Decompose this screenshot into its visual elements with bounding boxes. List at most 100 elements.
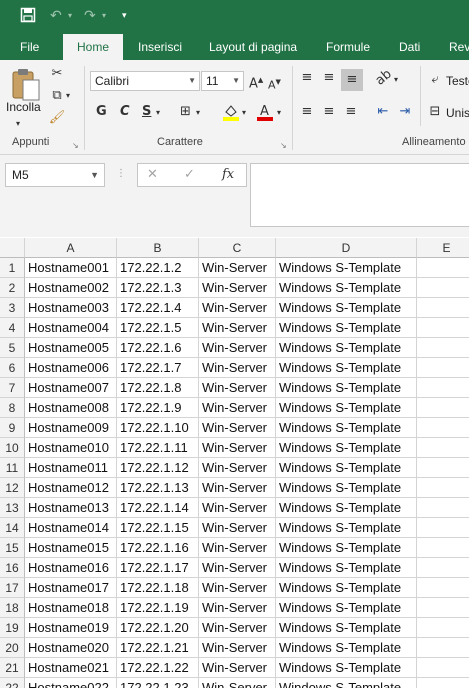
row-header[interactable]: 5 <box>0 338 25 358</box>
undo-dropdown-icon[interactable]: ▾ <box>68 7 72 25</box>
row-header[interactable]: 21 <box>0 658 25 678</box>
grid-cell[interactable]: Windows S-Template <box>276 438 417 458</box>
grid-cell[interactable]: Windows S-Template <box>276 278 417 298</box>
wrap-text-icon[interactable]: ⤶ <box>427 72 443 88</box>
grid-cell[interactable] <box>417 538 469 558</box>
grid-cell[interactable]: Win-Server <box>199 678 276 688</box>
font-color-dropdown-icon[interactable]: ▾ <box>277 105 281 121</box>
grid-cell[interactable] <box>417 258 469 278</box>
grid-cell[interactable]: Windows S-Template <box>276 298 417 318</box>
paste-button-label[interactable]: Incolla <box>6 100 41 114</box>
grid-cell[interactable]: 172.22.1.3 <box>117 278 199 298</box>
grid-cell[interactable]: Hostname002 <box>25 278 117 298</box>
insert-function-icon[interactable]: fx <box>222 167 234 183</box>
grid-cell[interactable]: 172.22.1.22 <box>117 658 199 678</box>
grid-cell[interactable]: Win-Server <box>199 358 276 378</box>
grid-cell[interactable]: 172.22.1.13 <box>117 478 199 498</box>
row-header[interactable]: 14 <box>0 518 25 538</box>
formula-bar-grip-icon[interactable]: ⋮ <box>116 166 126 182</box>
grid-cell[interactable]: Win-Server <box>199 658 276 678</box>
grid-cell[interactable] <box>417 318 469 338</box>
row-header[interactable]: 3 <box>0 298 25 318</box>
grid-cell[interactable]: Windows S-Template <box>276 638 417 658</box>
grid-cell[interactable]: Win-Server <box>199 618 276 638</box>
redo-dropdown-icon[interactable]: ▾ <box>102 7 106 25</box>
orientation-icon[interactable]: ab <box>371 65 397 90</box>
customize-qat-icon[interactable]: ▾ <box>122 7 127 25</box>
align-top-icon[interactable]: ≡ <box>298 70 316 86</box>
grid-cell[interactable]: 172.22.1.21 <box>117 638 199 658</box>
grid-cell[interactable] <box>417 398 469 418</box>
grid-cell[interactable]: 172.22.1.4 <box>117 298 199 318</box>
grid-cell[interactable]: Windows S-Template <box>276 318 417 338</box>
grid-cell[interactable]: Win-Server <box>199 258 276 278</box>
borders-icon[interactable]: ⊞ <box>180 104 191 120</box>
grid-cell[interactable]: Hostname008 <box>25 398 117 418</box>
grid-cell[interactable]: 172.22.1.11 <box>117 438 199 458</box>
tab-insert[interactable]: Inserisci <box>138 34 182 60</box>
grid-cell[interactable]: Hostname014 <box>25 518 117 538</box>
grid-cell[interactable] <box>417 458 469 478</box>
row-header[interactable]: 10 <box>0 438 25 458</box>
grid-cell[interactable]: Hostname010 <box>25 438 117 458</box>
tab-review[interactable]: Rev <box>449 34 469 60</box>
grid-cell[interactable]: Win-Server <box>199 558 276 578</box>
copy-icon[interactable]: ⧉ <box>48 88 66 104</box>
grid-cell[interactable]: Win-Server <box>199 418 276 438</box>
font-launcher-icon[interactable]: ↘ <box>280 138 287 154</box>
grid-cell[interactable]: Windows S-Template <box>276 558 417 578</box>
grid-cell[interactable]: Windows S-Template <box>276 598 417 618</box>
grid-cell[interactable]: 172.22.1.18 <box>117 578 199 598</box>
grid-cell[interactable]: 172.22.1.10 <box>117 418 199 438</box>
grid-cell[interactable]: Hostname012 <box>25 478 117 498</box>
borders-dropdown-icon[interactable]: ▾ <box>196 105 200 121</box>
grid-cell[interactable] <box>417 578 469 598</box>
column-header-a[interactable]: A <box>25 238 117 258</box>
row-header[interactable]: 12 <box>0 478 25 498</box>
underline-dropdown-icon[interactable]: ▾ <box>156 105 160 121</box>
grid-cell[interactable]: Windows S-Template <box>276 678 417 688</box>
column-header-d[interactable]: D <box>276 238 417 258</box>
grid-cell[interactable]: Hostname003 <box>25 298 117 318</box>
save-icon[interactable] <box>20 7 36 28</box>
grid-cell[interactable]: Windows S-Template <box>276 458 417 478</box>
grid-cell[interactable]: Win-Server <box>199 638 276 658</box>
grid-cell[interactable]: Hostname001 <box>25 258 117 278</box>
grid-cell[interactable]: Hostname004 <box>25 318 117 338</box>
italic-button[interactable]: C <box>120 104 130 120</box>
row-header[interactable]: 2 <box>0 278 25 298</box>
grid-cell[interactable] <box>417 518 469 538</box>
align-middle-icon[interactable]: ≡ <box>320 70 338 86</box>
paste-dropdown-icon[interactable]: ▾ <box>16 116 20 132</box>
grid-cell[interactable] <box>417 438 469 458</box>
merge-cells-label[interactable]: Unisc <box>446 106 469 120</box>
bold-button[interactable]: G <box>96 104 107 120</box>
row-header[interactable]: 13 <box>0 498 25 518</box>
paste-icon[interactable] <box>10 68 42 104</box>
grid-cell[interactable]: Windows S-Template <box>276 398 417 418</box>
format-painter-icon[interactable]: 🖌 <box>48 110 66 126</box>
row-header[interactable]: 9 <box>0 418 25 438</box>
grid-cell[interactable]: 172.22.1.17 <box>117 558 199 578</box>
grid-cell[interactable]: 172.22.1.15 <box>117 518 199 538</box>
grid-cell[interactable]: Win-Server <box>199 378 276 398</box>
grid-cell[interactable]: 172.22.1.12 <box>117 458 199 478</box>
align-right-icon[interactable]: ≡ <box>342 104 360 120</box>
grid-cell[interactable]: Windows S-Template <box>276 618 417 638</box>
row-header[interactable]: 17 <box>0 578 25 598</box>
formula-input[interactable] <box>250 163 469 227</box>
grid-cell[interactable]: 172.22.1.9 <box>117 398 199 418</box>
name-box[interactable]: M5 ▼ <box>5 163 105 187</box>
grid-cell[interactable]: Windows S-Template <box>276 498 417 518</box>
row-header[interactable]: 11 <box>0 458 25 478</box>
row-header[interactable]: 1 <box>0 258 25 278</box>
decrease-indent-icon[interactable]: ⇤ <box>373 104 393 120</box>
grid-cell[interactable]: Win-Server <box>199 438 276 458</box>
clipboard-launcher-icon[interactable]: ↘ <box>72 138 79 154</box>
grid-cell[interactable]: Windows S-Template <box>276 658 417 678</box>
grid-cell[interactable]: Windows S-Template <box>276 578 417 598</box>
align-bottom-icon[interactable]: ≡ <box>341 69 363 91</box>
grid-cell[interactable]: Win-Server <box>199 578 276 598</box>
grid-cell[interactable] <box>417 418 469 438</box>
grid-cell[interactable] <box>417 598 469 618</box>
